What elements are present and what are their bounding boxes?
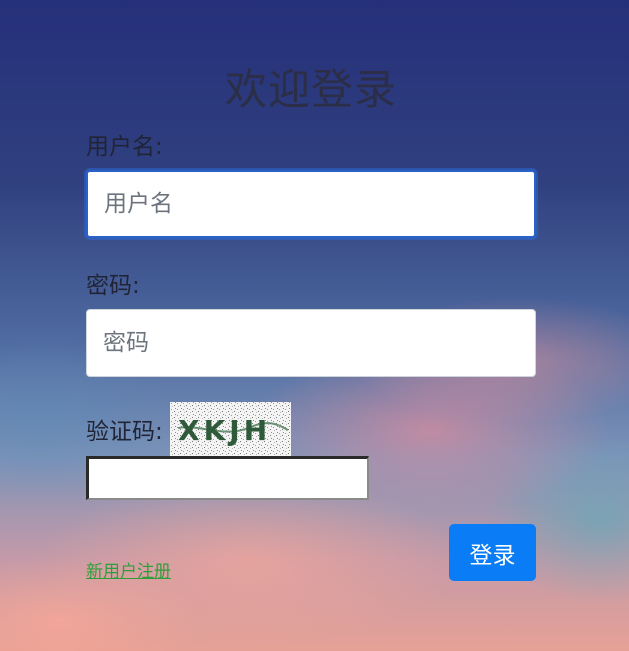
captcha-label: 验证码:	[86, 419, 163, 445]
password-input[interactable]	[86, 309, 536, 377]
password-label: 密码:	[86, 273, 140, 299]
username-label: 用户名:	[86, 134, 163, 160]
username-input[interactable]	[86, 170, 536, 238]
register-link[interactable]: 新用户注册	[86, 557, 171, 582]
captcha-text: XKJH	[178, 414, 271, 447]
captcha-image[interactable]: XKJH	[170, 402, 291, 456]
page-title: 欢迎登录	[224, 65, 397, 114]
captcha-input[interactable]	[86, 456, 369, 500]
login-button[interactable]: 登录	[449, 524, 536, 581]
